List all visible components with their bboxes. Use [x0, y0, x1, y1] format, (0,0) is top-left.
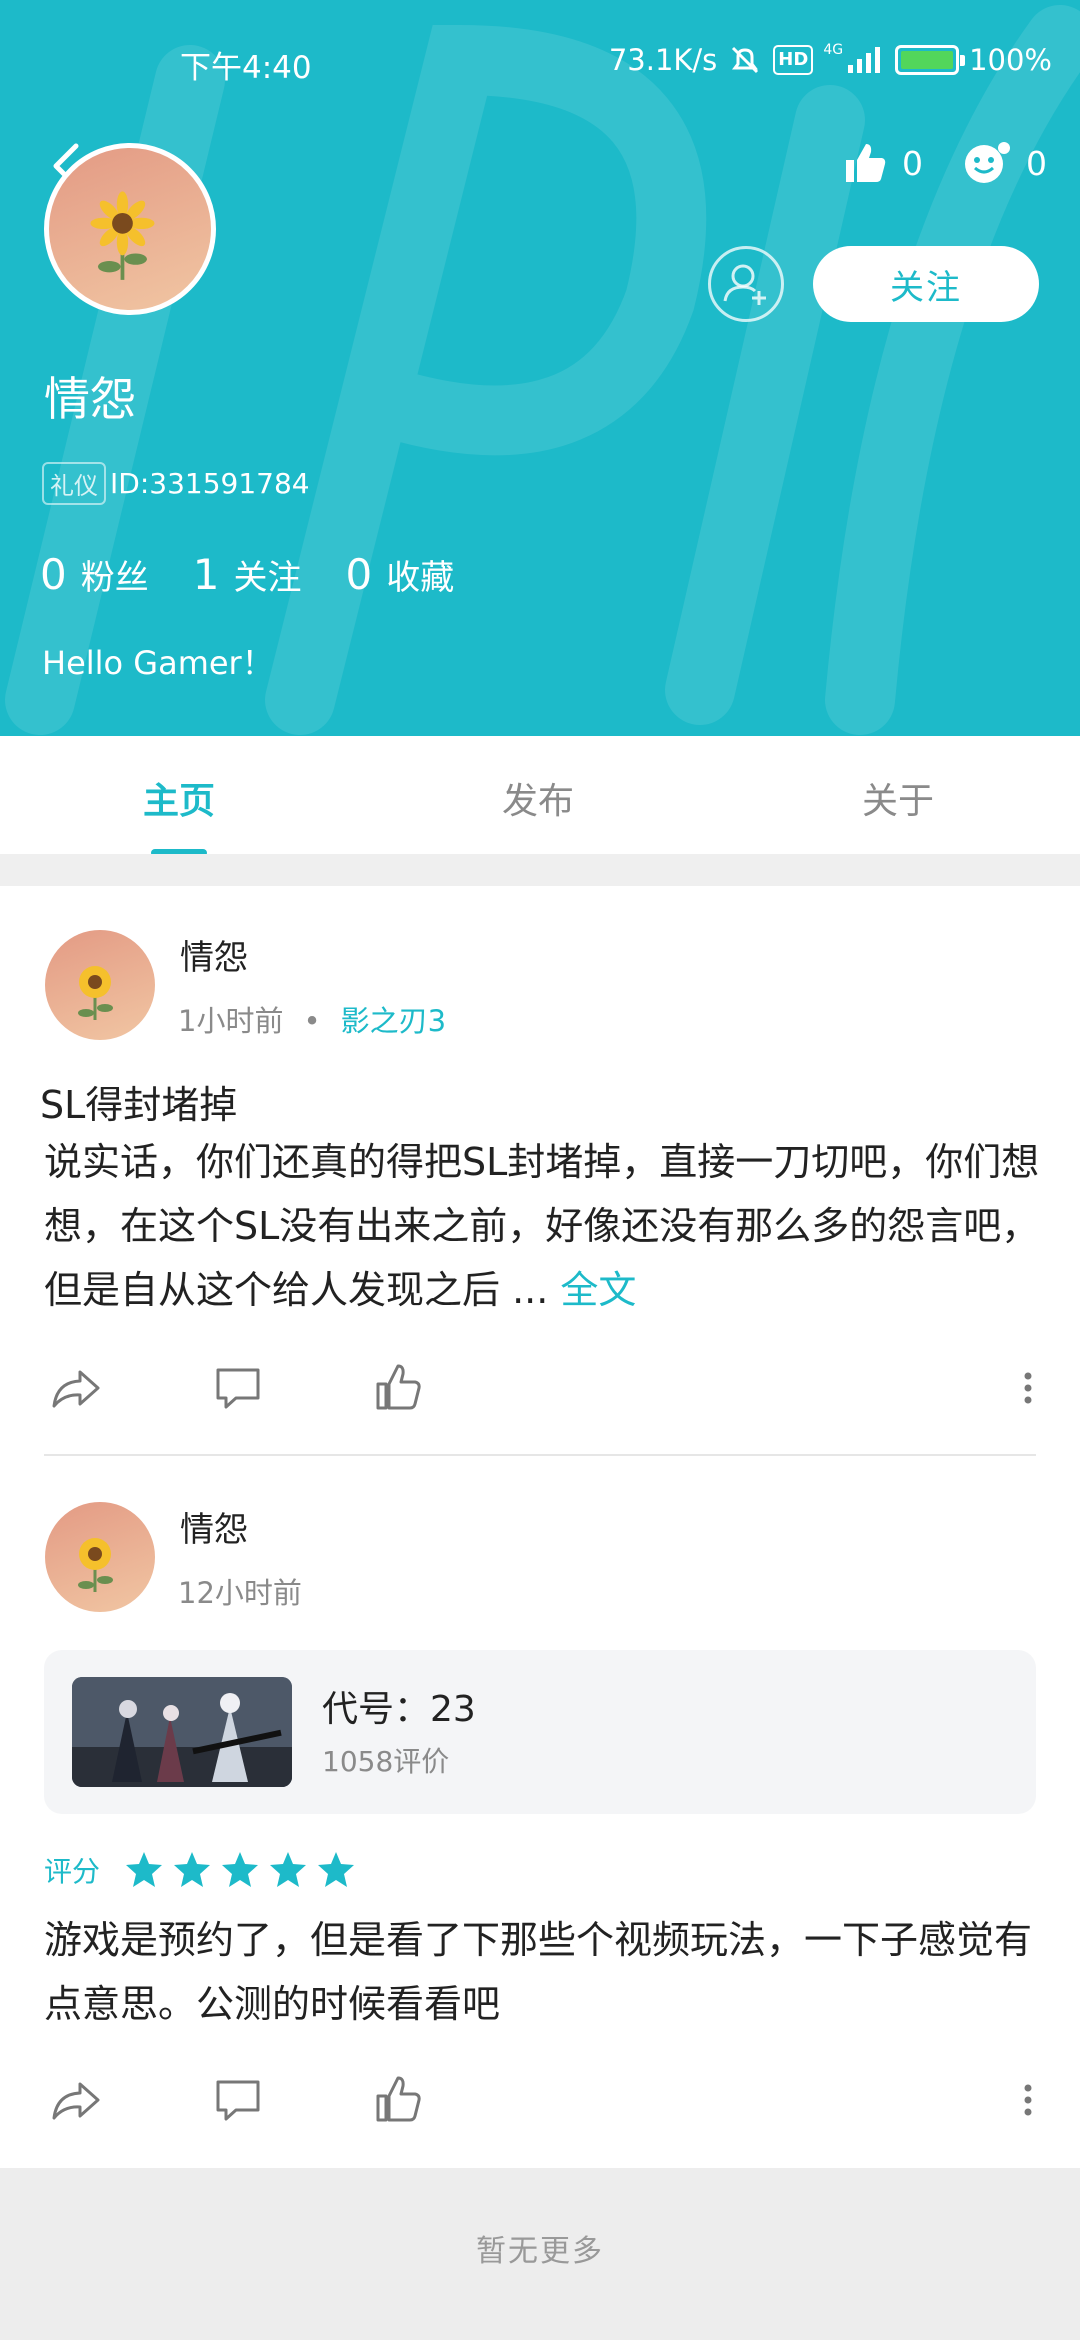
post-author-name[interactable]: 情怨 [180, 1502, 248, 1551]
add-user-icon [723, 264, 766, 305]
moods-count: 0 [1026, 143, 1047, 183]
moods-stat[interactable]: 0 [962, 140, 1047, 186]
rating-stars [124, 1850, 364, 1890]
thumbs-up-icon [846, 144, 886, 182]
likes-stat[interactable]: 0 [842, 140, 923, 186]
signal-icon [848, 47, 881, 73]
game-name: 代号：23 [322, 1689, 476, 1730]
game-review-count: 1058评价 [322, 1745, 450, 1778]
likes-count: 0 [902, 143, 923, 183]
post-actions [0, 2072, 1080, 2132]
tab-about[interactable]: 关于 [862, 772, 934, 824]
post-game-tag[interactable]: 影之刃3 [341, 1004, 446, 1038]
read-more-link[interactable]: 全文 [560, 1268, 636, 1312]
post-author-avatar[interactable] [45, 930, 155, 1040]
hd-badge: HD [773, 45, 814, 75]
battery-icon [895, 45, 966, 75]
more-options-icon[interactable] [1000, 2072, 1056, 2128]
following-count[interactable]: 1 [193, 550, 220, 599]
status-time: 下午4:40 [180, 50, 312, 86]
add-friend-button[interactable] [708, 246, 784, 322]
tab-posts[interactable]: 发布 [502, 772, 574, 824]
post-meta: 12小时前 [178, 1570, 302, 1612]
smiley-icon [965, 142, 1010, 183]
fans-label[interactable]: 粉丝 [81, 550, 149, 599]
following-label[interactable]: 关注 [233, 550, 301, 599]
star-icon [270, 1852, 307, 1887]
sunflower-icon [78, 966, 113, 1020]
etiquette-badge[interactable]: 礼仪 [42, 462, 106, 505]
star-icon [318, 1852, 355, 1887]
post-body[interactable]: 游戏是预约了，但是看了下那些个视频玩法，一下子感觉有点意思。公测的时候看看吧 [44, 1908, 1044, 2036]
game-card[interactable]: 代号：23 1058评价 [44, 1650, 1036, 1814]
meta-separator: • [303, 1004, 321, 1038]
post-author-name[interactable]: 情怨 [180, 930, 248, 979]
post-author-avatar[interactable] [45, 1502, 155, 1612]
post-meta: 1小时前 • 影之刃3 [178, 998, 446, 1040]
star-icon [126, 1852, 163, 1887]
follow-button[interactable]: 关注 [813, 246, 1039, 322]
like-icon[interactable] [370, 1360, 426, 1416]
profile-screen: 下午4:40 73.1K/s HD 4G 100% 0 0 关注 情怨 礼仪 I… [0, 0, 1080, 2340]
network-type: 4G [823, 42, 844, 58]
profile-counts: 0 粉丝 1 关注 0 收藏 [40, 550, 498, 599]
favorites-count[interactable]: 0 [345, 550, 372, 599]
post-actions [0, 1360, 1080, 1420]
sunflower-icon [78, 1538, 113, 1592]
more-options-icon[interactable] [1000, 1360, 1056, 1416]
post-time: 1小时前 [178, 1004, 284, 1038]
favorites-label[interactable]: 收藏 [386, 550, 454, 599]
rating-row: 评分 [44, 1850, 364, 1890]
tab-home[interactable]: 主页 [143, 772, 215, 824]
profile-tabs: 主页 发布 关于 [0, 736, 1080, 854]
profile-id: ID:331591784 [110, 467, 310, 500]
post-body-text: 说实话，你们还真的得把SL封堵掉，直接一刀切吧，你们想想，在这个SL没有出来之前… [44, 1140, 1040, 1312]
post-time: 12小时前 [178, 1576, 302, 1610]
status-right: 73.1K/s HD 4G 100% [609, 42, 1052, 78]
rating-label: 评分 [44, 1855, 101, 1888]
bell-muted-icon [732, 46, 759, 74]
no-more-text: 暂无更多 [476, 2234, 604, 2269]
net-speed: 73.1K/s [608, 43, 718, 77]
status-bar: 下午4:40 73.1K/s HD 4G 100% [0, 0, 1080, 130]
profile-bio: Hello Gamer！ [42, 644, 274, 682]
post-body[interactable]: 说实话，你们还真的得把SL封堵掉，直接一刀切吧，你们想想，在这个SL没有出来之前… [44, 1130, 1044, 1322]
star-icon [222, 1852, 259, 1887]
comment-icon[interactable] [210, 1360, 266, 1416]
game-cover-image [72, 1677, 292, 1787]
post-divider [44, 1454, 1036, 1456]
section-gap [0, 854, 1080, 886]
battery-level: 100% [969, 43, 1052, 77]
share-icon[interactable] [48, 2072, 104, 2128]
profile-name: 情怨 [44, 372, 136, 426]
profile-avatar[interactable] [44, 143, 216, 315]
star-icon [174, 1852, 211, 1887]
comment-icon[interactable] [210, 2072, 266, 2128]
list-end-footer: 暂无更多 [0, 2168, 1080, 2340]
post-title[interactable]: SL得封堵掉 [40, 1074, 237, 1129]
post-body-text: 游戏是预约了，但是看了下那些个视频玩法，一下子感觉有点意思。公测的时候看看吧 [44, 1918, 1033, 2026]
sunflower-icon [90, 191, 155, 280]
share-icon[interactable] [48, 1360, 104, 1416]
game-cover-art [72, 1677, 292, 1787]
profile-header: 下午4:40 73.1K/s HD 4G 100% 0 0 关注 情怨 礼仪 I… [0, 0, 1080, 736]
like-icon[interactable] [370, 2072, 426, 2128]
profile-id-row: 礼仪 ID:331591784 [42, 462, 310, 505]
fans-count[interactable]: 0 [40, 550, 67, 599]
